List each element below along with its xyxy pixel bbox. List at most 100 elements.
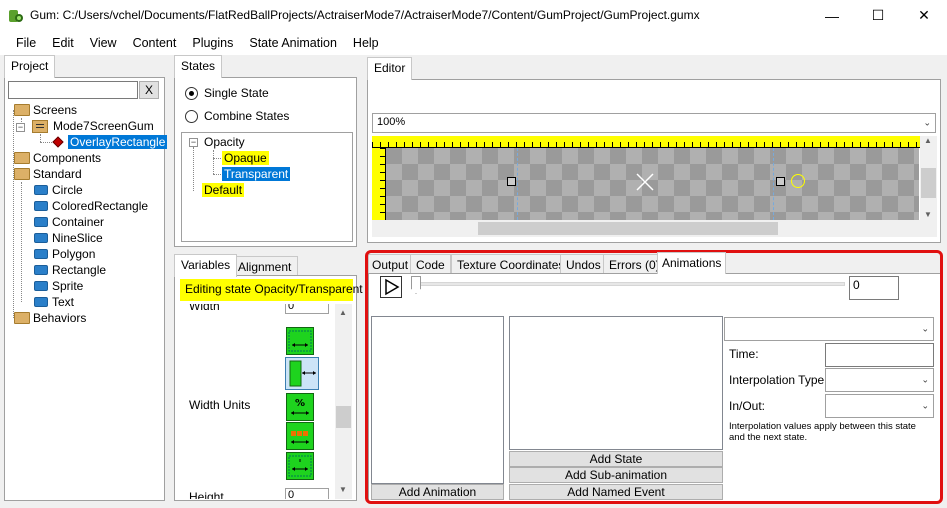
resize-handle[interactable] [776,177,785,186]
close-button[interactable]: ✕ [901,0,947,31]
standard-element-icon [34,201,48,211]
standard-element-icon [34,217,48,227]
window-title: Gum: C:/Users/vchel/Documents/FlatRedBal… [30,8,700,22]
scroll-up-icon[interactable]: ▲ [924,136,932,145]
tab-editor[interactable]: Editor [367,57,413,80]
editor-vscrollbar[interactable]: ▲ ▼ [920,136,937,237]
tab-alignment[interactable]: Alignment [231,256,299,275]
frame-input[interactable]: 0 [849,276,899,300]
state-item-transparent[interactable]: Transparent [222,166,291,182]
screen-icon [32,119,48,133]
svg-text:%: % [295,398,305,409]
width-input[interactable]: 0 [285,304,329,314]
tree-screens[interactable]: Screens [14,102,77,118]
folder-icon [14,168,30,180]
project-search-input[interactable] [8,81,138,99]
tab-animations[interactable]: Animations [657,252,727,274]
scroll-thumb[interactable] [921,168,936,198]
add-named-event-button[interactable]: Add Named Event [509,484,723,500]
scroll-up-icon[interactable]: ▲ [339,308,347,317]
menu-view[interactable]: View [82,36,125,50]
resize-handle[interactable] [507,177,516,186]
clear-search-button[interactable]: X [139,81,159,99]
tree-standard-item[interactable]: Text [34,294,74,310]
title-bar: Gum: C:/Users/vchel/Documents/FlatRedBal… [0,0,947,31]
animation-timeline-slider[interactable] [412,282,845,286]
single-state-radio[interactable]: Single State [185,86,269,101]
horizontal-ruler [372,136,920,148]
collapse-icon[interactable]: − [16,123,25,132]
combine-states-radio[interactable]: Combine States [185,109,289,124]
variables-scrollbar[interactable]: ▲ ▼ [335,304,352,499]
state-item-default[interactable]: Default [202,182,245,198]
editor-canvas[interactable] [386,148,919,220]
tab-code[interactable]: Code [410,254,451,274]
width-label: Width [189,304,220,313]
tab-texture-coordinates[interactable]: Texture Coordinates [451,254,571,274]
menu-help[interactable]: Help [345,36,387,50]
tree-standard-item[interactable]: Polygon [34,246,95,262]
play-button[interactable] [380,276,402,298]
tree-standard-item[interactable]: NineSlice [34,230,103,246]
width-units-relative-icon[interactable] [285,357,319,390]
add-animation-button[interactable]: Add Animation [371,484,504,500]
circle-outline-icon [791,174,805,188]
tree-standard-item[interactable]: Container [34,214,104,230]
standard-element-icon [34,297,48,307]
scroll-down-icon[interactable]: ▼ [339,485,347,494]
scroll-thumb[interactable] [478,222,778,235]
menu-state-animation[interactable]: State Animation [241,36,345,50]
tree-standard-item[interactable]: Rectangle [34,262,106,278]
time-input[interactable] [825,343,934,367]
menu-plugins[interactable]: Plugins [184,36,241,50]
width-units-children-icon[interactable] [286,422,314,450]
tab-undos[interactable]: Undos [560,254,607,274]
tree-standard[interactable]: Standard [14,166,82,182]
tree-screen-item[interactable]: Mode7ScreenGum [32,118,154,134]
interpolation-type-label: Interpolation Type: [729,373,828,387]
add-sub-animation-button[interactable]: Add Sub-animation [509,467,723,483]
add-state-button[interactable]: Add State [509,451,723,467]
tree-screen-child[interactable]: OverlayRectangle [52,134,168,150]
tab-states[interactable]: States [174,55,223,78]
animation-states-list[interactable] [509,316,723,450]
scroll-thumb[interactable] [336,406,351,428]
width-units-absolute-icon[interactable] [286,327,314,355]
standard-element-icon [34,185,48,195]
instance-icon [52,136,64,148]
tree-behaviors[interactable]: Behaviors [14,310,86,326]
folder-icon [14,104,30,116]
tab-output[interactable]: Output [368,254,413,274]
state-item-opaque[interactable]: Opaque [222,150,269,166]
width-units-label: Width Units [189,398,251,412]
state-category-opacity[interactable]: Opacity [204,134,245,150]
zoom-select[interactable]: 100% ⌄ [372,113,936,133]
time-label: Time: [729,347,759,361]
maximize-icon: ☐ [871,7,885,23]
tree-components[interactable]: Components [14,150,101,166]
minimize-button[interactable]: — [809,0,855,31]
maximize-button[interactable]: ☐ [855,0,901,31]
tree-standard-item[interactable]: Circle [34,182,83,198]
interpolation-type-select[interactable]: ⌄ [825,368,934,392]
state-select[interactable]: ⌄ [724,317,934,341]
editor-hscrollbar[interactable] [372,220,920,237]
animations-list[interactable] [371,316,504,484]
variables-grid: Width 0 Width Units % Height 0 [178,304,333,499]
chevron-down-icon: ⌄ [921,323,929,334]
gum-app-icon [8,8,24,24]
height-input[interactable]: 0 [285,488,329,499]
chevron-down-icon: ⌄ [921,400,929,411]
width-units-ratio-icon[interactable] [286,452,314,480]
tab-variables[interactable]: Variables [174,254,238,277]
menu-file[interactable]: File [8,36,44,50]
menu-content[interactable]: Content [125,36,185,50]
width-units-percent-icon[interactable]: % [286,393,314,421]
scroll-down-icon[interactable]: ▼ [924,210,932,219]
collapse-icon[interactable]: − [189,138,198,147]
tree-standard-item[interactable]: ColoredRectangle [34,198,148,214]
tree-standard-item[interactable]: Sprite [34,278,83,294]
menu-edit[interactable]: Edit [44,36,82,50]
in-out-select[interactable]: ⌄ [825,394,934,418]
tab-project[interactable]: Project [4,55,56,78]
